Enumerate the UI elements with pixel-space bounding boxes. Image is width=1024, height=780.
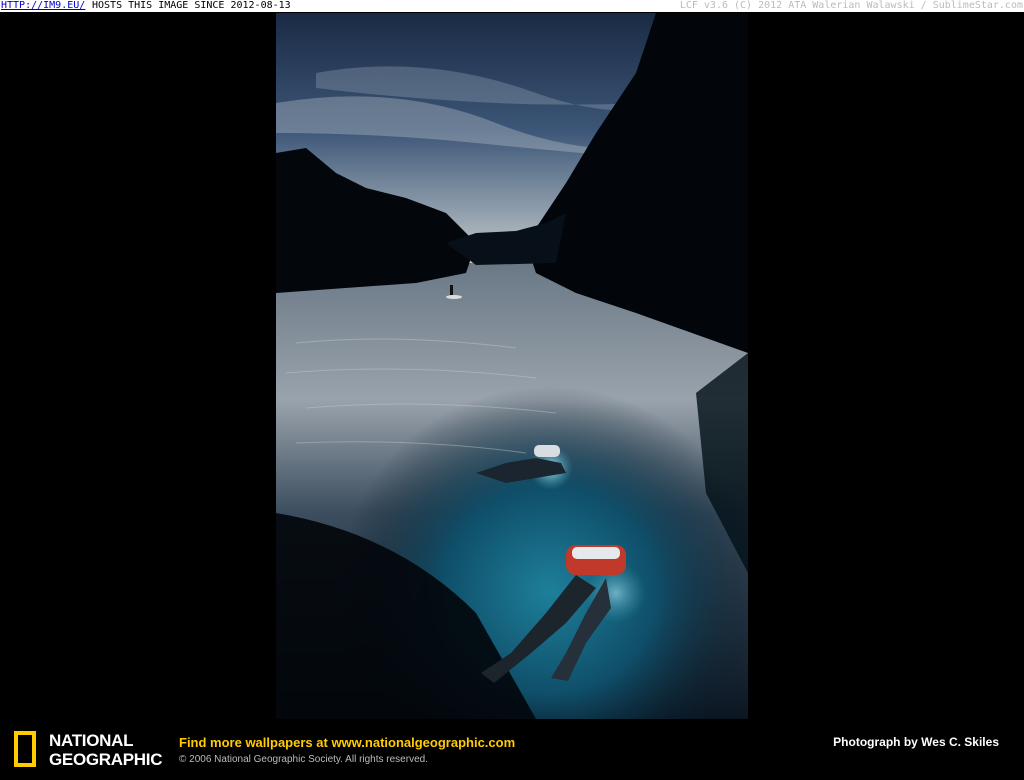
find-more-text: Find more wallpapers at www.nationalgeog… — [179, 735, 515, 750]
logo-text: NATIONAL GEOGRAPHIC — [49, 731, 162, 769]
host-link[interactable]: HTTP://IM9.EU/ — [1, 0, 85, 12]
host-since-text: HOSTS THIS IMAGE SINCE 2012-08-13 — [92, 0, 291, 11]
logo-line1: NATIONAL — [49, 731, 134, 750]
river-photo — [276, 13, 748, 719]
photographer-credit: Photograph by Wes C. Skiles — [833, 735, 999, 749]
host-credit-text: LCF v3.6 (C) 2012 ATA Walerian Walawski … — [679, 0, 1023, 11]
host-bar: HTTP://IM9.EU/ HOSTS THIS IMAGE SINCE 20… — [0, 0, 1024, 12]
national-geographic-logo: NATIONAL GEOGRAPHIC — [14, 729, 164, 773]
logo-line2: GEOGRAPHIC — [49, 750, 163, 769]
find-url-link[interactable]: www.nationalgeographic.com — [331, 735, 515, 750]
find-prefix: Find more wallpapers at — [179, 735, 332, 750]
copyright-text: © 2006 National Geographic Society. All … — [179, 754, 428, 765]
yellow-border-icon — [14, 731, 36, 767]
photo-river-divers-icon — [276, 13, 748, 719]
